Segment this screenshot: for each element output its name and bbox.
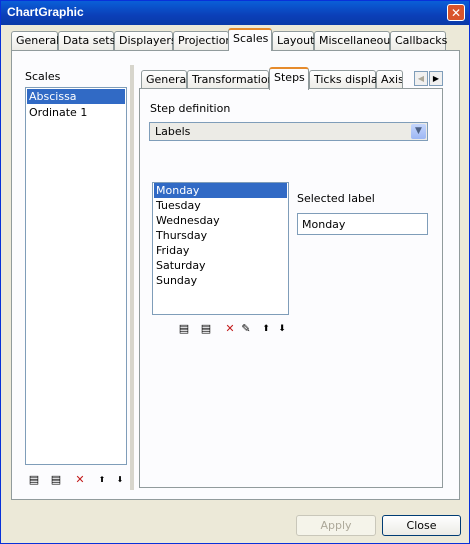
tab-steps[interactable]: Steps	[269, 67, 309, 90]
chevron-down-icon[interactable]: ▼	[411, 124, 426, 139]
insert-scale-before-icon[interactable]: ▤	[27, 473, 41, 487]
window-title: ChartGraphic	[7, 5, 84, 19]
insert-scale-after-icon[interactable]: ▤	[49, 473, 63, 487]
label-item[interactable]: Sunday	[154, 273, 287, 288]
scroll-left-icon[interactable]: ◀	[414, 71, 428, 86]
tab-callbacks[interactable]: Callbacks	[390, 31, 447, 50]
splitter[interactable]	[130, 65, 134, 490]
insert-label-before-icon[interactable]: ▤	[177, 322, 191, 336]
label-item[interactable]: Tuesday	[154, 198, 287, 213]
chartgraphic-dialog: ChartGraphic ✕ General Data sets Display…	[0, 0, 470, 544]
tab-miscellaneous[interactable]: Miscellaneous	[314, 31, 396, 50]
selected-label-field[interactable]: Monday	[297, 213, 428, 235]
labels-list[interactable]: Monday Tuesday Wednesday Thursday Friday…	[152, 182, 289, 315]
tab-data-sets[interactable]: Data sets	[58, 31, 115, 50]
edit-label-icon[interactable]: ✎	[239, 322, 253, 336]
delete-scale-icon[interactable]: ✕	[73, 473, 87, 487]
step-definition-select[interactable]: Labels ▼	[149, 122, 428, 141]
tab-ticks-display[interactable]: Ticks display	[309, 70, 384, 89]
tab-transformation[interactable]: Transformation	[187, 70, 275, 89]
selected-label-caption: Selected label	[297, 192, 375, 205]
tab-axis[interactable]: Axis	[376, 70, 403, 89]
insert-label-after-icon[interactable]: ▤	[199, 322, 213, 336]
apply-button[interactable]: Apply	[296, 515, 376, 536]
delete-label-icon[interactable]: ✕	[223, 322, 237, 336]
label-item[interactable]: Monday	[154, 183, 287, 198]
scales-list-label: Scales	[25, 70, 61, 83]
move-scale-down-icon[interactable]: ⬇	[113, 473, 127, 487]
step-definition-value: Labels	[155, 125, 191, 138]
step-definition-label: Step definition	[150, 102, 231, 115]
tab-scroll-arrows: ◀ ▶	[414, 71, 444, 86]
move-label-up-icon[interactable]: ⬆	[259, 322, 273, 336]
tab-general[interactable]: General	[11, 31, 59, 50]
close-button[interactable]: Close	[382, 515, 461, 536]
tab-displayers[interactable]: Displayers	[114, 31, 177, 50]
label-item[interactable]: Friday	[154, 243, 287, 258]
close-window-button[interactable]: ✕	[447, 4, 465, 21]
move-scale-up-icon[interactable]: ⬆	[95, 473, 109, 487]
tab-scale-general[interactable]: General	[141, 70, 189, 89]
scales-list[interactable]: Abscissa Ordinate 1	[25, 87, 127, 465]
title-bar: ChartGraphic ✕	[1, 1, 469, 25]
move-label-down-icon[interactable]: ⬇	[275, 322, 289, 336]
tab-projection[interactable]: Projection	[173, 31, 232, 50]
tab-scales[interactable]: Scales	[228, 28, 272, 51]
label-item[interactable]: Wednesday	[154, 213, 287, 228]
tab-layout[interactable]: Layout	[272, 31, 314, 50]
label-item[interactable]: Saturday	[154, 258, 287, 273]
scale-item-abscissa[interactable]: Abscissa	[27, 89, 125, 104]
label-item[interactable]: Thursday	[154, 228, 287, 243]
scale-item-ordinate-1[interactable]: Ordinate 1	[27, 105, 125, 120]
scroll-right-icon[interactable]: ▶	[429, 71, 443, 86]
